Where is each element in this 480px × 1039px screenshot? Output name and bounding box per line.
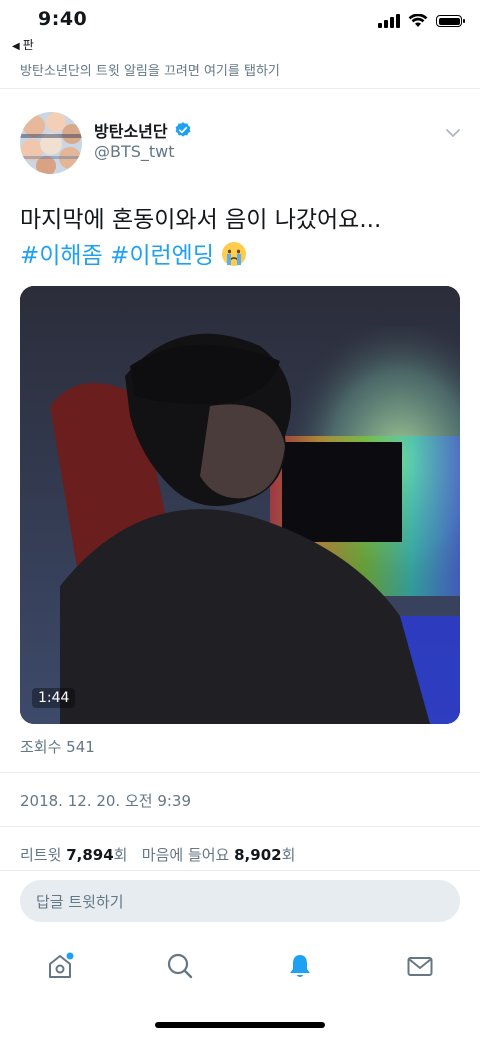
tab-notifications[interactable]: [282, 948, 318, 984]
tab-messages[interactable]: [402, 948, 438, 984]
home-indicator[interactable]: [155, 1022, 325, 1028]
likes-unit: 회: [281, 846, 296, 864]
back-to-app-button[interactable]: ◀ 판: [12, 36, 34, 53]
divider: [0, 772, 480, 773]
status-time: 9:40: [38, 8, 88, 30]
search-icon: [167, 953, 193, 979]
likes-stat[interactable]: 마음에 들어요 8,902회: [142, 846, 296, 864]
verified-badge-icon: [175, 122, 190, 137]
turn-off-notifications-link[interactable]: 방탄소년단의 트윗 알림을 끄려면 여기를 탭하기: [20, 60, 280, 79]
video-duration: 1:44: [32, 688, 76, 708]
tab-bar: [0, 936, 480, 996]
likes-label: 마음에 들어요: [141, 846, 230, 864]
video-player[interactable]: 1:44: [20, 286, 460, 724]
notifications-icon: [290, 955, 310, 977]
signal-icon: [378, 14, 400, 28]
messages-icon: [407, 957, 433, 976]
hashtags-link[interactable]: #이해좀 #이런엔딩: [20, 243, 214, 269]
author-name-row[interactable]: 방탄소년단: [94, 118, 192, 142]
likes-count: 8,902: [234, 846, 282, 864]
tab-search[interactable]: [162, 948, 198, 984]
retweets-label: 리트윗: [20, 846, 62, 864]
divider: [0, 88, 480, 89]
tweet-stats: 리트윗 7,894회 마음에 들어요 8,902회: [20, 844, 295, 865]
retweets-count: 7,894: [66, 846, 114, 864]
status-icons: [378, 14, 465, 28]
divider: [0, 826, 480, 827]
wifi-icon: [408, 14, 428, 27]
author-handle[interactable]: @BTS_twt: [94, 142, 175, 161]
chevron-down-icon[interactable]: [444, 124, 462, 142]
tweet-text: 마지막에 혼동이와서 음이 나갔어요... #이해좀 #이런엔딩: [20, 202, 460, 274]
tweet-body: 마지막에 혼동이와서 음이 나갔어요...: [20, 207, 382, 233]
reply-placeholder: 답글 트윗하기: [36, 893, 124, 911]
retweets-stat[interactable]: 리트윗 7,894회: [20, 846, 127, 864]
reply-input[interactable]: 답글 트윗하기: [20, 880, 460, 922]
retweets-unit: 회: [113, 846, 128, 864]
crying-face-emoji-icon: [222, 242, 247, 266]
avatar[interactable]: [20, 112, 82, 174]
status-bar: 9:40 ◀ 판: [0, 0, 480, 56]
divider: [0, 870, 480, 871]
tab-home[interactable]: [42, 948, 78, 984]
back-app-label: 판: [22, 38, 34, 52]
back-triangle-icon: ◀: [12, 41, 20, 52]
video-thumbnail: [20, 286, 460, 724]
battery-icon: [436, 15, 465, 27]
author-name: 방탄소년단: [94, 122, 168, 141]
view-count[interactable]: 조회수 541: [20, 736, 95, 757]
home-icon: [49, 952, 74, 978]
tweet-timestamp: 2018. 12. 20. 오전 9:39: [20, 792, 192, 810]
